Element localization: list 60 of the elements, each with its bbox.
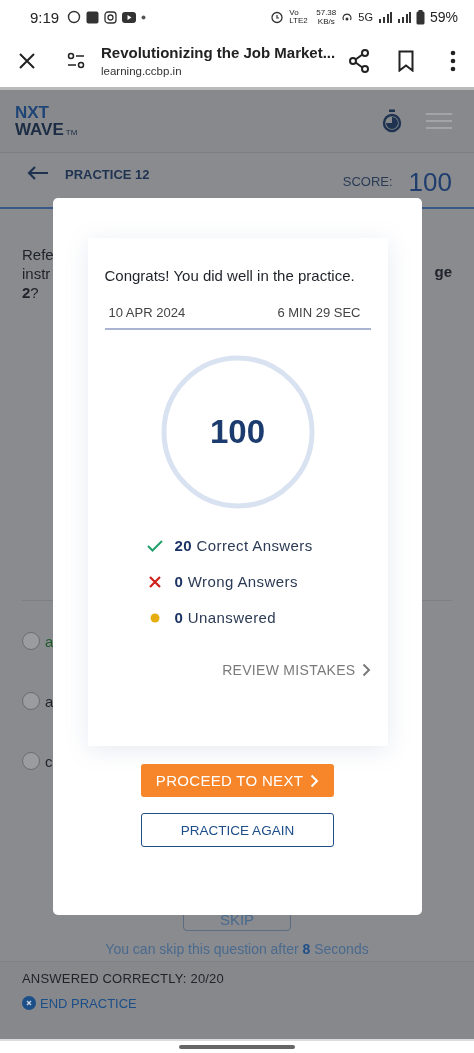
radio-button[interactable]: [22, 692, 40, 711]
close-icon[interactable]: [17, 50, 37, 71]
speed-value: 57.38: [316, 8, 337, 18]
question-text: Refe: [22, 244, 54, 264]
option-text: c: [45, 752, 53, 770]
cross-icon: [148, 575, 161, 588]
review-mistakes-link[interactable]: REVIEW MISTAKES: [222, 662, 371, 678]
dot-icon: [141, 14, 147, 20]
page-title: Revolutionizing the Job Market...: [101, 44, 337, 62]
chevron-right-icon: [310, 773, 320, 788]
status-time: 9:19: [30, 8, 60, 26]
speed-unit: KB/s: [317, 17, 335, 27]
end-practice-button[interactable]: END PRACTICE: [22, 995, 137, 1011]
signal-icon: [396, 11, 411, 23]
alarm-clock-icon: [270, 10, 285, 25]
battery-level: 59%: [429, 9, 458, 26]
question-text: ge: [434, 262, 452, 282]
share-icon[interactable]: [348, 48, 370, 73]
option-text: a: [45, 632, 54, 650]
practice-date: 10 APR 2024: [108, 305, 186, 320]
page-url: learning.ccbp.in: [101, 65, 183, 78]
question-text: 2?: [22, 282, 40, 302]
signal-icon: [377, 11, 392, 23]
chevron-right-icon: [361, 663, 371, 677]
bookmark-icon[interactable]: [398, 49, 414, 72]
answered-count: ANSWERED CORRECTLY: 20/20: [22, 970, 225, 986]
proceed-button[interactable]: PROCEED TO NEXT: [141, 764, 334, 797]
hotspot-icon: [341, 12, 354, 23]
congrats-message: Congrats! You did well in the practice.: [104, 266, 356, 286]
settings-sliders-icon[interactable]: [66, 51, 86, 70]
stopwatch-icon[interactable]: [382, 108, 402, 133]
logo-text: WAVE: [15, 120, 64, 138]
radio-button[interactable]: [22, 752, 40, 771]
score-label: SCORE:: [342, 173, 393, 189]
question-text: instr: [22, 263, 52, 283]
more-options-icon[interactable]: [450, 49, 456, 72]
back-arrow-icon[interactable]: [27, 164, 49, 181]
stat-text: 20 Correct Answers: [174, 537, 313, 554]
battery-icon: [415, 9, 425, 25]
practice-again-button[interactable]: PRACTICE AGAIN: [141, 813, 334, 847]
option-text: a: [45, 692, 54, 710]
skip-note: You can skip this question after 8 Seconds: [105, 940, 369, 957]
network-label: Vo LTE2: [289, 9, 309, 26]
practice-duration: 6 MIN 29 SEC: [277, 305, 361, 320]
check-icon: [146, 539, 163, 552]
practice-title: PRACTICE 12: [65, 166, 150, 182]
home-indicator[interactable]: [179, 1044, 295, 1049]
close-circle-icon: [22, 996, 36, 1011]
trademark-mark: TM: [65, 127, 78, 138]
camera-icon: [104, 10, 118, 24]
dot-icon: [149, 612, 160, 623]
stat-text: 0 Unanswered: [174, 609, 277, 626]
score-value: 100: [408, 166, 452, 198]
logo-text: NXT: [15, 103, 50, 121]
network-type: 5G: [358, 11, 373, 24]
square-app-icon: [86, 10, 100, 24]
play-icon: [122, 11, 137, 23]
result-score: 100: [209, 413, 266, 451]
radio-button[interactable]: [22, 632, 40, 651]
stat-text: 0 Wrong Answers: [174, 573, 298, 590]
